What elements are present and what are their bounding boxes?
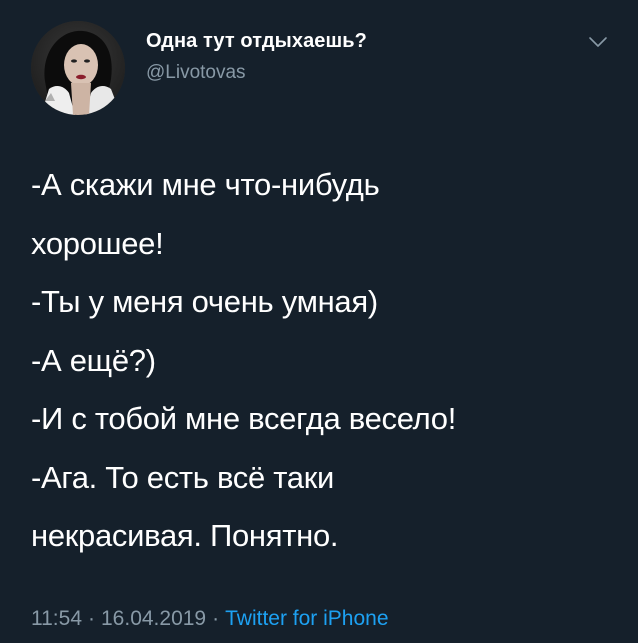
tweet-meta: 11:54 · 16.04.2019 · Twitter for iPhone (31, 607, 389, 631)
tweet-time[interactable]: 11:54 (31, 607, 82, 630)
tweet-source-link[interactable]: Twitter for iPhone (225, 607, 388, 630)
tweet-line: некрасивая. Понятно. (31, 518, 339, 553)
tweet-line: -И с тобой мне всегда весело! (31, 401, 457, 436)
chevron-down-icon[interactable] (586, 34, 610, 50)
tweet-card: Одна тут отдыхаешь? @Livotovas -А скажи … (0, 0, 638, 643)
tweet-date[interactable]: 16.04.2019 (101, 607, 206, 630)
tweet-line: -А ещё?) (31, 342, 156, 378)
tweet-line: -Ага. То есть всё таки (31, 459, 335, 495)
tweet-line: -Ты у меня очень умная) (31, 284, 378, 319)
meta-separator: · (212, 607, 220, 630)
tweet-line: хорошее! (31, 225, 164, 261)
author-handle[interactable]: @Livotovas (146, 62, 246, 84)
tweet-text: -А скажи мне что-нибудь хорошее! -Ты у м… (31, 156, 621, 566)
avatar-image (31, 21, 125, 115)
user-avatar[interactable] (31, 21, 125, 115)
meta-separator: · (88, 607, 95, 630)
author-display-name[interactable]: Одна тут отдыхаешь? (146, 30, 367, 53)
tweet-line: -А скажи мне что-нибудь (31, 167, 380, 202)
